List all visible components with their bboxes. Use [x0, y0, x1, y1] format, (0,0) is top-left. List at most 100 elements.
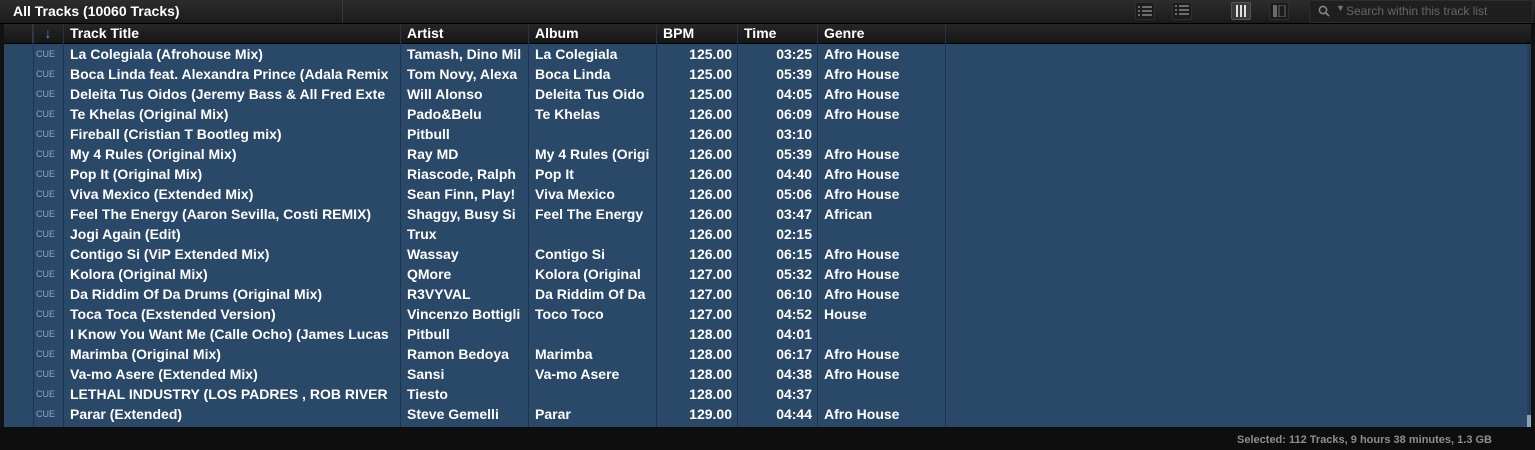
cue-label[interactable]: CUE — [33, 64, 64, 84]
table-row[interactable]: CUE Va-mo Asere (Extended Mix) Sansi Va-mo … — [4, 364, 1531, 384]
search-input[interactable] — [1346, 3, 1526, 19]
time-cell: 05:39 — [738, 144, 818, 164]
header-album[interactable]: Album — [529, 24, 657, 43]
search-box[interactable]: ▼ — [1309, 0, 1533, 23]
table-row[interactable]: CUE Marimba (Original Mix) Ramon Bedoya Mar… — [4, 344, 1531, 364]
genre-cell: Afro House — [818, 84, 946, 104]
cue-label[interactable]: CUE — [33, 324, 64, 344]
cue-label[interactable]: CUE — [33, 264, 64, 284]
artist-cell: Pitbull — [401, 324, 529, 344]
table-row[interactable]: CUE Pop It (Original Mix) Riascode, Ralph P… — [4, 164, 1531, 184]
table-row[interactable]: CUE Kolora (Original Mix) QMore Kolora (Ori… — [4, 264, 1531, 284]
table-row[interactable]: CUE Contigo Si (ViP Extended Mix) Wassay Co… — [4, 244, 1531, 264]
cue-label[interactable]: CUE — [33, 144, 64, 164]
search-icon[interactable] — [1318, 5, 1330, 17]
table-row[interactable]: CUE Deleita Tus Oidos (Jeremy Bass & All … — [4, 84, 1531, 104]
genre-cell — [818, 384, 946, 404]
track-table: ↓ Track Title Artist Album BPM Time Genr… — [4, 24, 1531, 427]
header-genre[interactable]: Genre — [818, 24, 946, 43]
track-title-cell: Viva Mexico (Extended Mix) — [64, 184, 401, 204]
time-cell: 04:05 — [738, 84, 818, 104]
artist-cell: Sansi — [401, 364, 529, 384]
bpm-cell: 125.00 — [657, 84, 738, 104]
track-title-cell: Deleita Tus Oidos (Jeremy Bass & All Fre… — [64, 84, 401, 104]
artist-cell: Tom Novy, Alexa — [401, 64, 529, 84]
cue-label[interactable]: CUE — [33, 124, 64, 144]
time-cell: 05:32 — [738, 264, 818, 284]
cue-label[interactable]: CUE — [33, 304, 64, 324]
chevron-down-icon[interactable]: ▼ — [1336, 3, 1345, 13]
table-row[interactable]: CUE My 4 Rules (Original Mix) Ray MD My 4 R… — [4, 144, 1531, 164]
time-cell: 05:39 — [738, 64, 818, 84]
list-compact-icon[interactable] — [1172, 2, 1192, 20]
time-cell: 04:40 — [738, 164, 818, 184]
cue-label[interactable]: CUE — [33, 184, 64, 204]
album-cell: Feel The Energy — [529, 204, 657, 224]
genre-cell — [818, 324, 946, 344]
table-row[interactable]: CUE Boca Linda feat. Alexandra Prince (Ad… — [4, 64, 1531, 84]
track-title-cell: Da Riddim Of Da Drums (Original Mix) — [64, 284, 401, 304]
cue-label[interactable]: CUE — [33, 84, 64, 104]
list-detailed-icon[interactable] — [1135, 2, 1155, 20]
cue-label[interactable]: CUE — [33, 284, 64, 304]
bpm-cell: 127.00 — [657, 264, 738, 284]
table-row[interactable]: CUE Da Riddim Of Da Drums (Original Mix) R… — [4, 284, 1531, 304]
table-row[interactable]: CUE Te Khelas (Original Mix) Pado&Belu Te K… — [4, 104, 1531, 124]
bpm-cell: 126.00 — [657, 184, 738, 204]
cue-label[interactable]: CUE — [33, 104, 64, 124]
time-cell: 03:25 — [738, 44, 818, 64]
table-row[interactable]: CUE Jogi Again (Edit) Trux 126.00 02:15 — [4, 224, 1531, 244]
toolbar: All Tracks (10060 Tracks) ▼ — [0, 0, 1535, 24]
time-cell: 06:17 — [738, 344, 818, 364]
track-title-cell: LETHAL INDUSTRY (LOS PADRES , ROB RIVER — [64, 384, 401, 404]
artist-cell: Riascode, Ralph — [401, 164, 529, 184]
time-cell: 04:52 — [738, 304, 818, 324]
cue-label[interactable]: CUE — [33, 204, 64, 224]
header-bpm[interactable]: BPM — [657, 24, 738, 43]
track-title-cell: Jogi Again (Edit) — [64, 224, 401, 244]
scrollbar-thumb[interactable] — [1527, 415, 1531, 427]
artist-cell: Pitbull — [401, 124, 529, 144]
artist-cell: Ray MD — [401, 144, 529, 164]
table-row[interactable]: CUE Feel The Energy (Aaron Sevilla, Costi… — [4, 204, 1531, 224]
artist-cell: Pado&Belu — [401, 104, 529, 124]
cue-label[interactable]: CUE — [33, 384, 64, 404]
header-blank — [4, 24, 33, 43]
cue-label[interactable]: CUE — [33, 224, 64, 244]
sort-indicator-icon[interactable]: ↓ — [33, 24, 64, 43]
table-row[interactable]: CUE La Colegiala (Afrohouse Mix) Tamash, D… — [4, 44, 1531, 64]
cue-label[interactable]: CUE — [33, 344, 64, 364]
track-title-cell: Pop It (Original Mix) — [64, 164, 401, 184]
columns-icon[interactable] — [1231, 2, 1251, 20]
status-bar: Selected: 112 Tracks, 9 hours 38 minutes… — [0, 427, 1535, 450]
album-cell — [529, 124, 657, 144]
bpm-cell: 129.00 — [657, 404, 738, 424]
column-header-row: ↓ Track Title Artist Album BPM Time Genr… — [4, 24, 1531, 44]
cue-label[interactable]: CUE — [33, 244, 64, 264]
bpm-cell: 126.00 — [657, 244, 738, 264]
split-view-icon[interactable] — [1269, 2, 1289, 20]
album-cell: My 4 Rules (Origi — [529, 144, 657, 164]
time-cell: 06:09 — [738, 104, 818, 124]
table-row[interactable]: CUE Fireball (Cristian T Bootleg mix) Pitb… — [4, 124, 1531, 144]
bpm-cell: 125.00 — [657, 64, 738, 84]
table-row[interactable]: CUE Viva Mexico (Extended Mix) Sean Finn, … — [4, 184, 1531, 204]
table-row[interactable]: CUE LETHAL INDUSTRY (LOS PADRES , ROB RIV… — [4, 384, 1531, 404]
header-time[interactable]: Time — [738, 24, 818, 43]
artist-cell: Ramon Bedoya — [401, 344, 529, 364]
cue-label[interactable]: CUE — [33, 44, 64, 64]
album-cell: Marimba — [529, 344, 657, 364]
scrollbar[interactable] — [1527, 44, 1531, 427]
table-row[interactable]: CUE I Know You Want Me (Calle Ocho) (Jame… — [4, 324, 1531, 344]
table-row[interactable]: CUE Toca Toca (Exstended Version) Vincenzo… — [4, 304, 1531, 324]
table-row[interactable]: CUE Parar (Extended) Steve Gemelli Parar 129… — [4, 404, 1531, 424]
cue-label[interactable]: CUE — [33, 164, 64, 184]
cue-label[interactable]: CUE — [33, 364, 64, 384]
artist-cell: Tamash, Dino Mil — [401, 44, 529, 64]
cue-label[interactable]: CUE — [33, 404, 64, 424]
header-artist[interactable]: Artist — [401, 24, 529, 43]
track-title-cell: Parar (Extended) — [64, 404, 401, 424]
genre-cell — [818, 124, 946, 144]
header-track-title[interactable]: Track Title — [64, 24, 401, 43]
bpm-cell: 128.00 — [657, 344, 738, 364]
